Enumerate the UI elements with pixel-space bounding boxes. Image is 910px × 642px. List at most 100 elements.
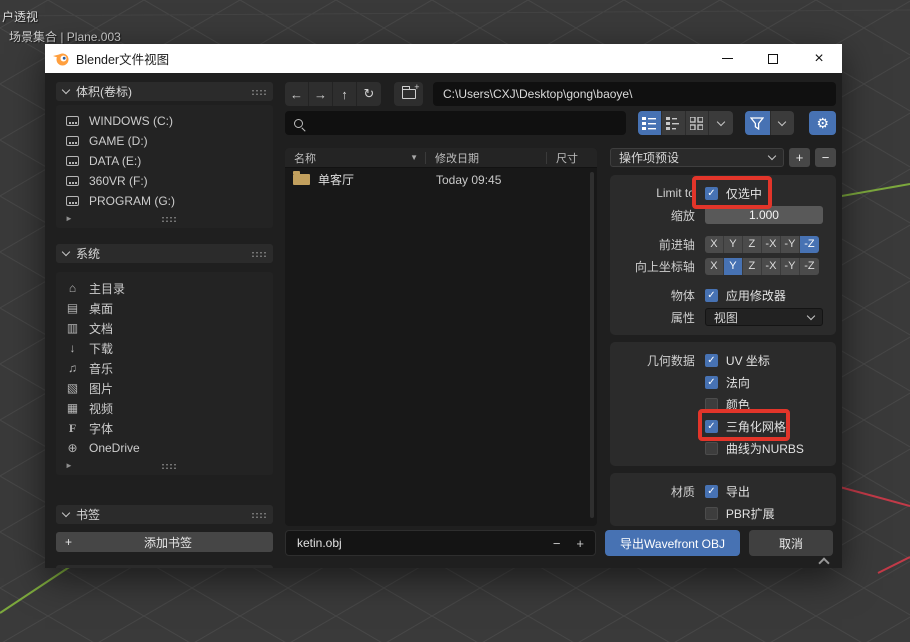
properties-label: 属性 [610, 309, 705, 326]
colors-checkbox[interactable] [705, 398, 718, 411]
filter-options-dropdown[interactable] [770, 111, 795, 135]
new-folder-button[interactable] [394, 82, 423, 106]
view-thumbnails-button[interactable] [686, 111, 710, 135]
drive-icon [66, 136, 79, 146]
sidebar-item-onedrive[interactable]: ⊕ OneDrive [56, 438, 273, 458]
sidebar-item-label: 图片 [89, 380, 113, 397]
chevron-down-icon [807, 311, 815, 319]
maximize-button[interactable] [750, 44, 796, 73]
close-button[interactable]: × [796, 44, 842, 73]
axis-z-button[interactable]: Z [743, 236, 762, 253]
column-header-date[interactable]: 修改日期 [426, 150, 546, 166]
cancel-button[interactable]: 取消 [749, 530, 833, 556]
blender-logo-icon [53, 52, 69, 66]
export-obj-button[interactable]: 导出Wavefront OBJ [605, 530, 740, 556]
sidebar-item-videos[interactable]: ▦ 视频 [56, 398, 273, 418]
section-header-system[interactable]: 系统 [56, 244, 273, 263]
sidebar-item-game-d[interactable]: GAME (D:) [56, 131, 273, 151]
file-row[interactable]: 单客厅 Today 09:45 [285, 168, 597, 191]
axis-y-button[interactable]: Y [724, 236, 743, 253]
axis-z-button[interactable]: Z [743, 258, 762, 275]
pbr-extension-checkbox[interactable] [705, 507, 718, 520]
presets-label: 操作项预设 [619, 149, 679, 166]
section-title: 最近打开的文件 [76, 566, 160, 568]
axis-neg-y-button[interactable]: -Y [781, 236, 800, 253]
chevron-down-icon [717, 117, 725, 125]
uv-coords-checkbox[interactable] [705, 354, 718, 367]
expand-right-icon[interactable]: ► [65, 214, 73, 223]
sidebar-item-home[interactable]: ⌂ 主目录 [56, 278, 273, 298]
axis-x-button[interactable]: X [705, 236, 724, 253]
add-preset-button[interactable]: + [789, 148, 810, 167]
axis-neg-x-button[interactable]: -X [762, 236, 781, 253]
forward-icon: → [314, 87, 327, 102]
properties-dropdown[interactable]: 视图 [705, 308, 823, 326]
sidebar-item-label: GAME (D:) [89, 134, 148, 148]
expand-right-icon[interactable]: ► [65, 461, 73, 470]
remove-preset-button[interactable]: − [815, 148, 836, 167]
filter-toggle-button[interactable] [745, 111, 770, 135]
file-list-scrollbar[interactable] [590, 172, 594, 518]
axis-neg-z-button[interactable]: -Z [800, 258, 819, 275]
triangulate-mesh-checkbox[interactable] [705, 420, 718, 433]
apply-modifiers-checkbox[interactable] [705, 289, 718, 302]
parent-dir-button[interactable]: ↑ [333, 82, 357, 106]
sidebar-item-music[interactable]: ♫ 音乐 [56, 358, 273, 378]
path-input[interactable]: C:\Users\CXJ\Desktop\gong\baoye\ [433, 82, 836, 106]
export-materials-checkbox[interactable] [705, 485, 718, 498]
sidebar-item-data-e[interactable]: DATA (E:) [56, 151, 273, 171]
properties-value: 视图 [714, 309, 738, 326]
sidebar-item-windows-c[interactable]: WINDOWS (C:) [56, 111, 273, 131]
section-header-bookmarks[interactable]: 书签 [56, 505, 273, 524]
sidebar-item-downloads[interactable]: ↓ 下载 [56, 338, 273, 358]
settings-button[interactable]: ⚙ [809, 111, 836, 135]
funnel-icon [750, 117, 764, 130]
axis-y-button[interactable]: Y [724, 258, 743, 275]
sidebar-item-fonts[interactable]: F 字体 [56, 418, 273, 438]
section-title: 书签 [76, 506, 100, 523]
refresh-button[interactable]: ↻ [357, 82, 381, 106]
maximize-icon [768, 54, 778, 64]
grip-icon[interactable] [251, 251, 266, 257]
font-icon: F [65, 421, 80, 436]
operator-presets-dropdown[interactable]: 操作项预设 [610, 148, 784, 167]
axis-neg-x-button[interactable]: -X [762, 258, 781, 275]
axis-neg-z-button[interactable]: -Z [800, 236, 819, 253]
increment-filename-button[interactable]: + [576, 536, 584, 551]
axis-neg-y-button[interactable]: -Y [781, 258, 800, 275]
sidebar-item-360vr-f[interactable]: 360VR (F:) [56, 171, 273, 191]
filename-input[interactable]: ketin.obj − + [285, 530, 596, 556]
minimize-button[interactable] [704, 44, 750, 73]
column-header-size[interactable]: 尺寸 [547, 150, 597, 166]
grip-icon[interactable] [161, 216, 176, 222]
add-bookmark-button[interactable]: + 添加书签 [56, 532, 273, 552]
decrement-filename-button[interactable]: − [553, 536, 561, 551]
view-options-dropdown[interactable] [709, 111, 733, 135]
sidebar-item-desktop[interactable]: ▤ 桌面 [56, 298, 273, 318]
back-button[interactable]: ← [285, 82, 309, 106]
view-vertical-list-button[interactable] [638, 111, 662, 135]
grip-icon[interactable] [161, 463, 176, 469]
selected-only-checkbox[interactable] [705, 187, 718, 200]
dialog-title: Blender文件视图 [76, 49, 169, 68]
column-header-name[interactable]: 名称 ▼ [285, 150, 425, 166]
normals-checkbox[interactable] [705, 376, 718, 389]
section-header-volumes[interactable]: 体积(卷标) [56, 82, 273, 101]
sidebar-item-pictures[interactable]: ▧ 图片 [56, 378, 273, 398]
view-horizontal-list-button[interactable] [662, 111, 686, 135]
scroll-up-indicator[interactable] [818, 557, 829, 568]
sidebar-item-documents[interactable]: ▥ 文档 [56, 318, 273, 338]
chevron-down-icon [768, 152, 776, 160]
blender-screen: 户透视 场景集合 | Plane.003 Blender文件视图 × [0, 0, 910, 642]
grid-icon [690, 117, 703, 130]
search-input[interactable] [285, 111, 626, 135]
sidebar-item-program-g[interactable]: PROGRAM (G:) [56, 191, 273, 211]
scale-value-field[interactable]: 1.000 [705, 206, 823, 224]
curves-as-nurbs-checkbox[interactable] [705, 442, 718, 455]
grip-icon[interactable] [251, 89, 266, 95]
new-folder-icon [402, 89, 416, 99]
forward-button[interactable]: → [309, 82, 333, 106]
grip-icon[interactable] [251, 512, 266, 518]
section-header-recent[interactable]: 最近打开的文件 [56, 565, 273, 568]
axis-x-button[interactable]: X [705, 258, 724, 275]
